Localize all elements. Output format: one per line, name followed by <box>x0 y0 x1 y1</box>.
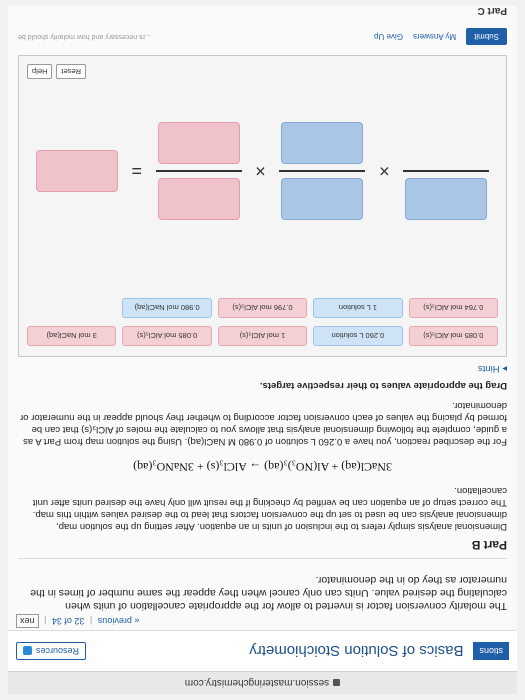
result <box>35 150 118 192</box>
previous-link[interactable]: « previous <box>98 616 140 626</box>
drop-target-denominator-2[interactable] <box>281 122 364 164</box>
drag-tile[interactable]: 0.796 mol AlCl₃(s) <box>217 298 308 318</box>
url-text: session.masteringchemistry.com <box>184 677 330 689</box>
equals-sign: = <box>131 161 143 182</box>
footer-note: ...rs necessary and how molarity should … <box>18 33 151 40</box>
lock-icon <box>333 679 341 687</box>
multiply-sign: × <box>255 161 266 182</box>
nav-separator: | <box>44 616 47 626</box>
drag-tile[interactable]: 3 mol NaCl(aq) <box>27 326 117 346</box>
my-answers-link[interactable]: My Answers <box>413 32 456 41</box>
fraction-bar <box>403 170 490 172</box>
question-nav: « previous | 32 of 34 | nex <box>8 614 517 630</box>
intro-text: The molarity conversion factor is invert… <box>30 574 507 612</box>
tile-bank: 0.085 mol AlCl₃(s) 0.260 L solution 1 mo… <box>27 298 498 346</box>
drag-drop-area: 0.085 mol AlCl₃(s) 0.260 L solution 1 mo… <box>18 55 507 357</box>
part-b-paragraph-2: For the described reaction, you have a 0… <box>20 400 507 447</box>
work-area-buttons: Reset Help <box>27 64 87 79</box>
resources-label: Resources <box>36 646 80 656</box>
browser-window: session.masteringchemistry.com stions Ba… <box>8 6 517 694</box>
reaction-equation: 3NaCl(aq) + Al(NO₃)₃(aq) → AlCl₃(s) + 3N… <box>133 460 392 474</box>
hints-toggle[interactable]: ▸ Hints <box>8 363 517 374</box>
drop-target-numerator-1[interactable] <box>405 178 488 220</box>
reset-button[interactable]: Reset <box>56 64 87 79</box>
drop-target-denominator-3[interactable] <box>157 122 240 164</box>
page-title: Basics of Solution Stoichiometry <box>249 642 464 660</box>
question-position: 32 of 34 <box>51 616 85 626</box>
fraction-1 <box>403 122 490 220</box>
address-bar[interactable]: session.masteringchemistry.com <box>8 671 517 694</box>
part-c-heading[interactable]: Part C <box>8 6 517 28</box>
drop-target-numerator-3[interactable] <box>157 178 240 220</box>
fraction-bar <box>155 170 242 172</box>
resources-icon <box>23 646 32 656</box>
resources-button[interactable]: Resources <box>16 642 87 660</box>
drag-tile[interactable]: 0.085 mol AlCl₃(s) <box>408 326 498 346</box>
fraction-bar <box>279 170 366 172</box>
drag-tile[interactable]: 0.260 L solution <box>313 326 403 346</box>
nav-separator: | <box>89 616 93 626</box>
fraction-2 <box>279 122 366 220</box>
drag-tile[interactable]: 0.085 mol AlCl₃(s) <box>122 326 212 346</box>
drag-tile[interactable]: 0.980 mol NaCl(aq) <box>122 298 212 318</box>
tab-questions[interactable]: stions <box>473 642 509 660</box>
drag-tile[interactable]: 1 mol AlCl₃(s) <box>217 326 308 346</box>
part-b-paragraph-1: Dimensional analysis simply refers to th… <box>32 485 507 532</box>
drag-tile[interactable]: 0.764 mol AlCl₃(s) <box>408 298 498 318</box>
drag-tile[interactable]: 1 L solution <box>313 298 403 318</box>
drop-target-numerator-2[interactable] <box>281 178 364 220</box>
next-link[interactable]: nex <box>16 614 39 628</box>
answer-footer: Submit My Answers Give Up ...rs necessar… <box>8 28 517 55</box>
submit-button[interactable]: Submit <box>466 28 507 45</box>
page-header: stions Basics of Solution Stoichiometry … <box>8 630 517 671</box>
fraction-3 <box>155 122 242 220</box>
part-b-heading[interactable]: Part B <box>18 538 507 559</box>
drop-target-result[interactable] <box>35 150 118 192</box>
drag-instruction: Drag the appropriate values to their res… <box>259 380 507 391</box>
give-up-link[interactable]: Give Up <box>374 32 403 41</box>
help-button[interactable]: Help <box>27 64 53 79</box>
dimensional-analysis-row: × × = <box>29 106 496 236</box>
screen: session.masteringchemistry.com stions Ba… <box>0 0 525 700</box>
multiply-sign: × <box>379 161 390 182</box>
